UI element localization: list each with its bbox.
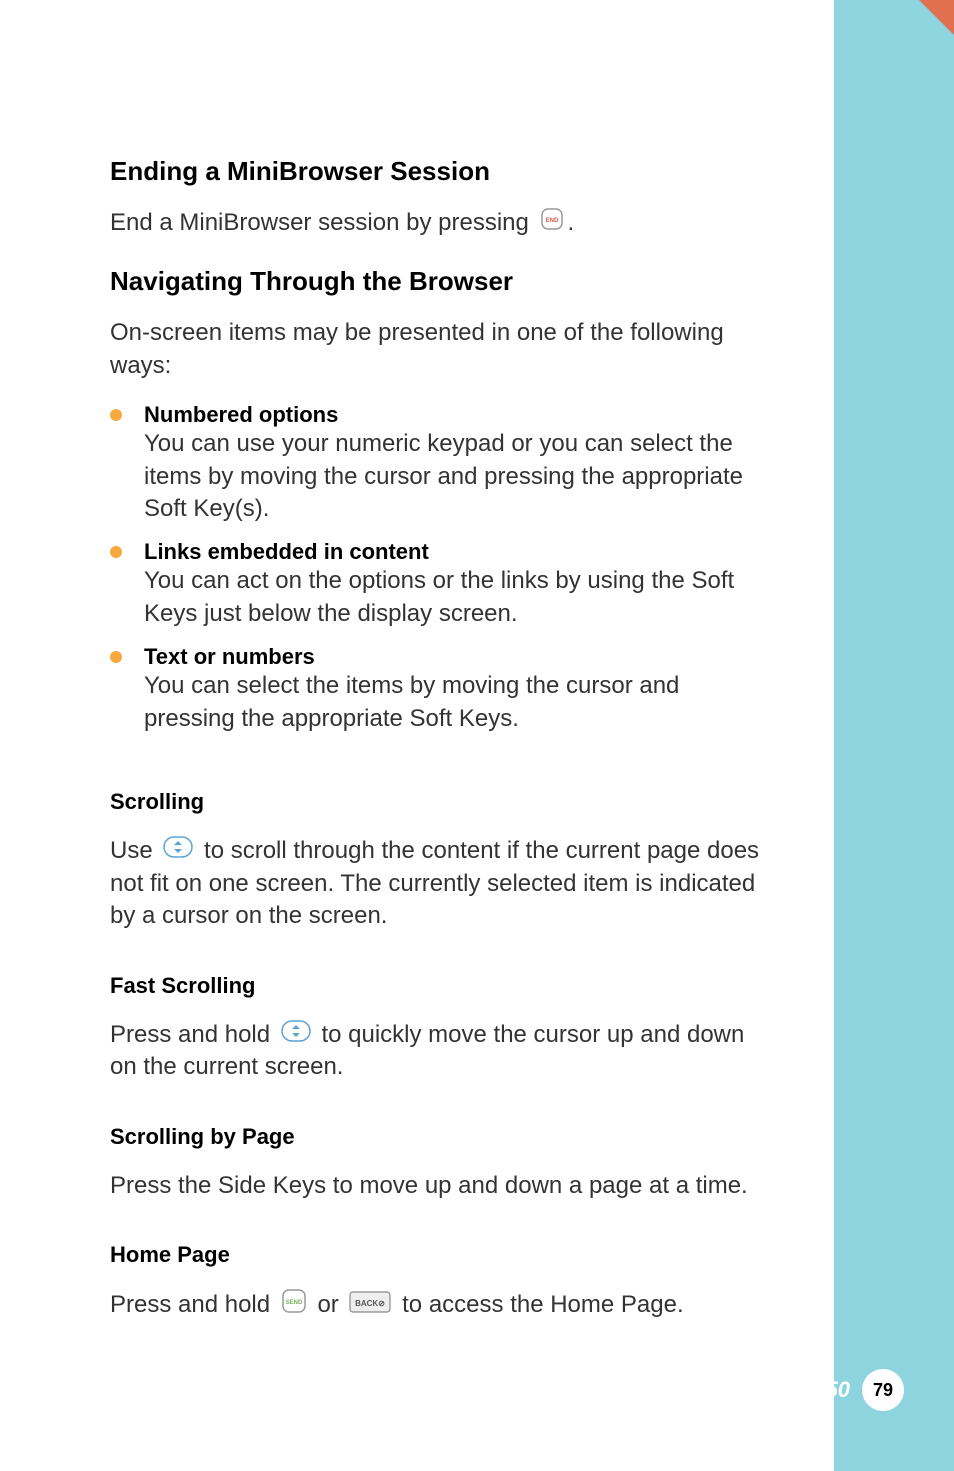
bullet-body: You can act on the options or the links … [144,565,774,630]
bullet-title: Text or numbers [144,644,774,670]
page-footer: AX4750 79 [770,1369,904,1411]
bullet-body: You can use your numeric keypad or you c… [144,428,774,525]
heading-navigating: Navigating Through the Browser [110,266,774,297]
list-item: Numbered options You can use your numeri… [110,402,774,525]
text-navigating-intro: On-screen items may be presented in one … [110,317,774,382]
back-key-icon: BACK⊘ [349,1290,391,1322]
footer-model: AX4750 [770,1377,850,1403]
svg-text:BACK⊘: BACK⊘ [356,1299,386,1308]
text-fragment: End a MiniBrowser session by pressing [110,209,536,236]
svg-text:SEND: SEND [285,1300,302,1306]
bullet-icon [110,409,122,421]
text-fragment: Use [110,837,159,864]
end-key-icon: END [540,207,564,240]
heading-home-page: Home Page [110,1242,774,1268]
corner-cut-icon [919,0,954,35]
list-item: Text or numbers You can select the items… [110,644,774,735]
page-content: Ending a MiniBrowser Session End a MiniB… [0,0,834,1471]
text-fragment: . [568,209,575,236]
text-scrolling: Use to scroll through the content if the… [110,835,774,933]
bullet-list: Numbered options You can use your numeri… [110,402,774,749]
bullet-content: Numbered options You can use your numeri… [144,402,774,525]
bullet-title: Numbered options [144,402,774,428]
bullet-body: You can select the items by moving the c… [144,670,774,735]
side-band [834,0,954,1471]
text-fragment: Press and hold [110,1291,277,1318]
text-fragment: Press and hold [110,1021,277,1048]
bullet-content: Text or numbers You can select the items… [144,644,774,735]
footer-page-number: 79 [862,1369,904,1411]
bullet-icon [110,651,122,663]
text-ending-session: End a MiniBrowser session by pressing EN… [110,207,774,240]
text-fragment: or [317,1291,345,1318]
heading-ending-session: Ending a MiniBrowser Session [110,156,774,187]
text-home-page: Press and hold SEND or BACK⊘ to access t… [110,1288,774,1323]
text-fast-scrolling: Press and hold to quickly move the curso… [110,1019,774,1084]
nav-up-down-icon [163,835,193,867]
bullet-content: Links embedded in content You can act on… [144,539,774,630]
svg-text:END: END [545,218,558,224]
list-item: Links embedded in content You can act on… [110,539,774,630]
text-fragment: to access the Home Page. [402,1291,683,1318]
nav-up-down-icon [281,1019,311,1051]
heading-fast-scrolling: Fast Scrolling [110,973,774,999]
text-scrolling-page: Press the Side Keys to move up and down … [110,1170,774,1202]
bullet-title: Links embedded in content [144,539,774,565]
send-key-icon: SEND [281,1288,307,1323]
bullet-icon [110,546,122,558]
text-fragment: to scroll through the content if the cur… [110,837,759,929]
heading-scrolling-page: Scrolling by Page [110,1124,774,1150]
heading-scrolling: Scrolling [110,789,774,815]
